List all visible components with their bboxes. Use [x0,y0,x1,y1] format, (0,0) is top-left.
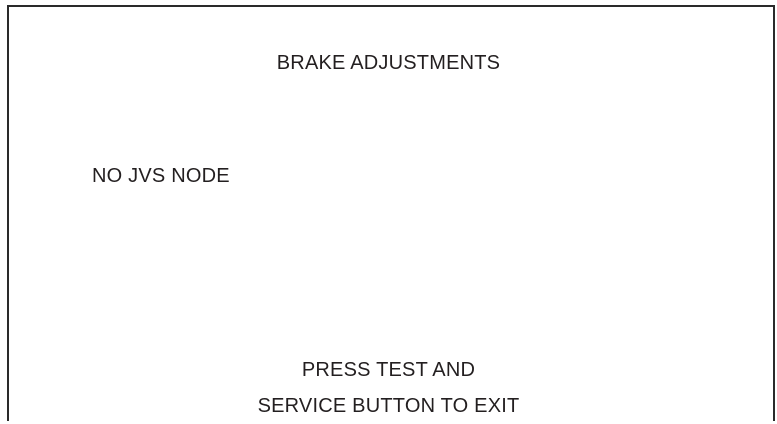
exit-instructions-line-2: SERVICE BUTTON TO EXIT [257,395,520,417]
exit-instructions: PRESS TEST AND SERVICE BUTTON TO EXIT [0,352,777,424]
page-title: BRAKE ADJUSTMENTS [276,52,501,74]
exit-instructions-line-1: PRESS TEST AND [301,359,476,381]
test-menu-screen: BRAKE ADJUSTMENTS NO JVS NODE PRESS TEST… [0,0,777,421]
jvs-status-message: NO JVS NODE [92,165,230,187]
